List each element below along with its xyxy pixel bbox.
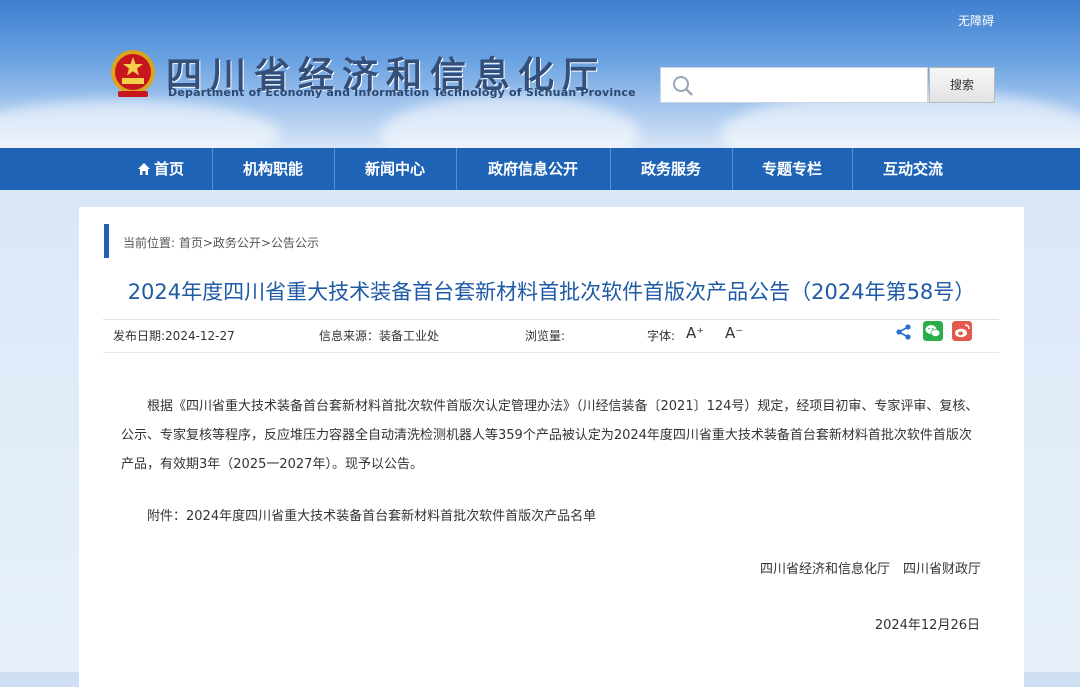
cloud-decoration <box>380 95 640 148</box>
article-paragraph: 根据《四川省重大技术装备首台套新材料首批次软件首版次认定管理办法》（川经信装备〔… <box>121 399 979 472</box>
accessibility-link[interactable]: 无障碍 <box>958 12 994 29</box>
search-input[interactable] <box>701 72 925 100</box>
site-header: 无障碍 四川省经济和信息化厅 Department of Economy and… <box>0 0 1080 148</box>
nav-item-organization[interactable]: 机构职能 <box>213 148 333 190</box>
article-signature: 四川省经济和信息化厅 四川省财政厅 <box>759 562 981 577</box>
share-icon[interactable] <box>895 323 913 341</box>
main-nav: 首页 机构职能 新闻中心 政府信息公开 政务服务 专题专栏 互动交流 <box>0 148 1080 190</box>
search-box <box>660 67 928 103</box>
site-title-english: Department of Economy and Information Te… <box>168 86 636 99</box>
article-meta-bar: 发布日期:2024-12-27 信息来源：装备工业处 浏览量: 字体: A⁺ A… <box>103 319 999 353</box>
view-count: 浏览量: <box>525 329 566 343</box>
font-larger-button[interactable]: A⁺ <box>686 324 704 342</box>
breadcrumb-marker <box>104 224 109 258</box>
article-sign-date: 2024年12月26日 <box>874 618 980 633</box>
article-title: 2024年度四川省重大技术装备首台套新材料首批次软件首版次产品公告（2024年第… <box>127 280 976 304</box>
attachment-line[interactable]: 附件：2024年度四川省重大技术装备首台套新材料首批次软件首版次产品名单 <box>121 502 983 531</box>
home-icon <box>137 163 150 175</box>
nav-item-news[interactable]: 新闻中心 <box>335 148 455 190</box>
nav-item-label: 首页 <box>153 160 184 178</box>
weibo-icon[interactable] <box>952 321 972 341</box>
cloud-decoration <box>0 100 280 148</box>
info-source: 信息来源：装备工业处 <box>319 329 440 343</box>
font-smaller-button[interactable]: A⁻ <box>725 324 743 342</box>
wechat-icon[interactable] <box>923 321 943 341</box>
breadcrumb[interactable]: 当前位置: 首页>政务公开>公告公示 <box>123 234 319 251</box>
nav-item-home[interactable]: 首页 <box>110 148 212 190</box>
search-button[interactable]: 搜索 <box>929 67 995 103</box>
search-icon <box>673 76 693 96</box>
nav-item-interaction[interactable]: 互动交流 <box>853 148 973 190</box>
font-size-label: 字体: <box>647 329 676 343</box>
national-emblem-icon <box>111 50 155 97</box>
nav-item-services[interactable]: 政务服务 <box>611 148 731 190</box>
nav-item-topics[interactable]: 专题专栏 <box>733 148 851 190</box>
content-panel: 当前位置: 首页>政务公开>公告公示 2024年度四川省重大技术装备首台套新材料… <box>79 207 1024 687</box>
publish-date: 发布日期:2024-12-27 <box>113 329 235 343</box>
nav-item-info-disclosure[interactable]: 政府信息公开 <box>457 148 609 190</box>
